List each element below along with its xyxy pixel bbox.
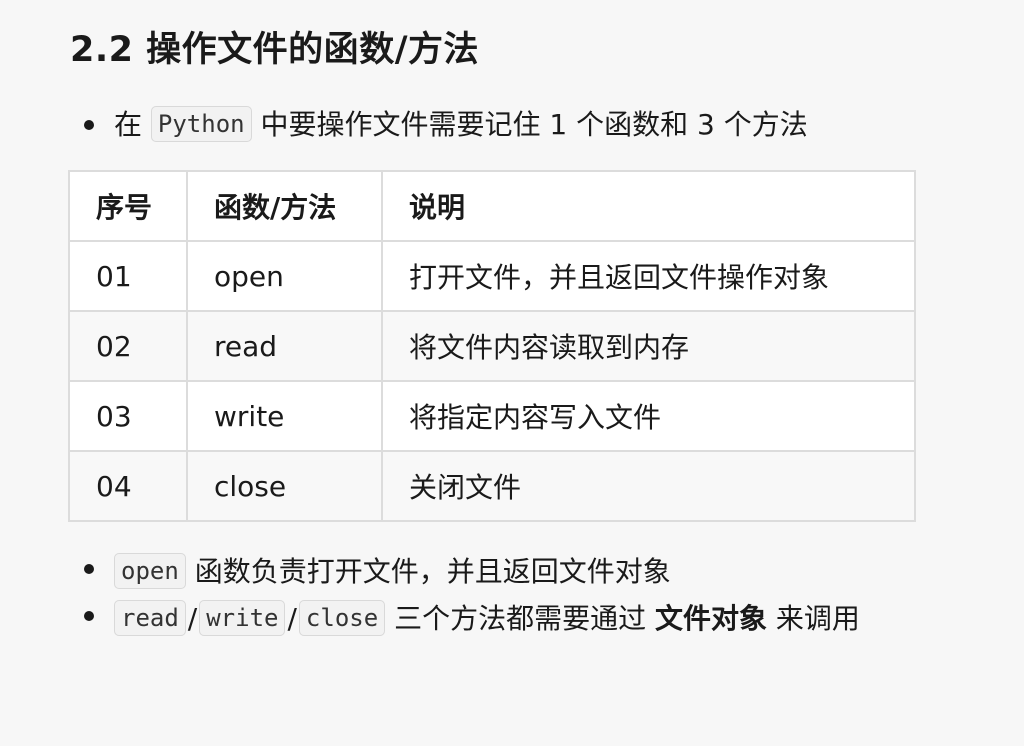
methods-note-text: 三个方法都需要通过 xyxy=(385,602,655,635)
header-description: 说明 xyxy=(381,170,916,242)
table-row: 02 read 将文件内容读取到内存 xyxy=(68,310,916,382)
cell-index: 01 xyxy=(68,240,188,312)
write-code: write xyxy=(199,600,286,636)
cell-description: 将文件内容读取到内存 xyxy=(381,310,916,382)
cell-function: close xyxy=(186,450,383,522)
table-row: 03 write 将指定内容写入文件 xyxy=(68,380,916,452)
cell-description: 打开文件，并且返回文件操作对象 xyxy=(381,240,916,312)
open-note-bullet: open 函数负责打开文件，并且返回文件对象 xyxy=(70,548,954,595)
methods-note-end: 来调用 xyxy=(767,602,860,635)
separator-slash: / xyxy=(287,602,297,635)
notes-list: open 函数负责打开文件，并且返回文件对象 read / write / close … xyxy=(70,548,954,642)
close-code: close xyxy=(298,600,386,636)
intro-text-before: 在 xyxy=(114,108,151,141)
table-row: 01 open 打开文件，并且返回文件操作对象 xyxy=(68,240,916,312)
open-note-text: 函数负责打开文件，并且返回文件对象 xyxy=(185,555,671,588)
section-heading: 2.2 操作文件的函数/方法 xyxy=(70,30,479,70)
open-code: open xyxy=(114,553,186,589)
cell-function: open xyxy=(186,240,383,312)
intro-text-after: 中要操作文件需要记住 1 个函数和 3 个方法 xyxy=(251,108,808,141)
functions-table: 序号 函数/方法 说明 01 open 打开文件，并且返回文件操作对象 02 r… xyxy=(68,170,916,522)
cell-index: 04 xyxy=(68,450,188,522)
intro-list: 在 Python 中要操作文件需要记住 1 个函数和 3 个方法 xyxy=(70,104,954,145)
cell-index: 03 xyxy=(68,380,188,452)
cell-description: 将指定内容写入文件 xyxy=(381,380,916,452)
table-row: 04 close 关闭文件 xyxy=(68,450,916,522)
cell-function: write xyxy=(186,380,383,452)
separator-slash: / xyxy=(187,602,198,635)
table-header-row: 序号 函数/方法 说明 xyxy=(68,170,916,242)
document-page: 2.2 操作文件的函数/方法 在 Python 中要操作文件需要记住 1 个函数… xyxy=(0,0,1024,746)
cell-description: 关闭文件 xyxy=(381,450,916,522)
file-object-emphasis: 文件对象 xyxy=(654,602,767,635)
read-code: read xyxy=(114,600,186,636)
intro-bullet: 在 Python 中要操作文件需要记住 1 个函数和 3 个方法 xyxy=(70,104,954,145)
python-code: Python xyxy=(150,106,252,142)
cell-function: read xyxy=(186,310,383,382)
header-function: 函数/方法 xyxy=(186,170,383,242)
header-index: 序号 xyxy=(68,170,188,242)
cell-index: 02 xyxy=(68,310,188,382)
methods-note-bullet: read / write / close 三个方法都需要通过 文件对象 来调用 xyxy=(70,595,954,642)
